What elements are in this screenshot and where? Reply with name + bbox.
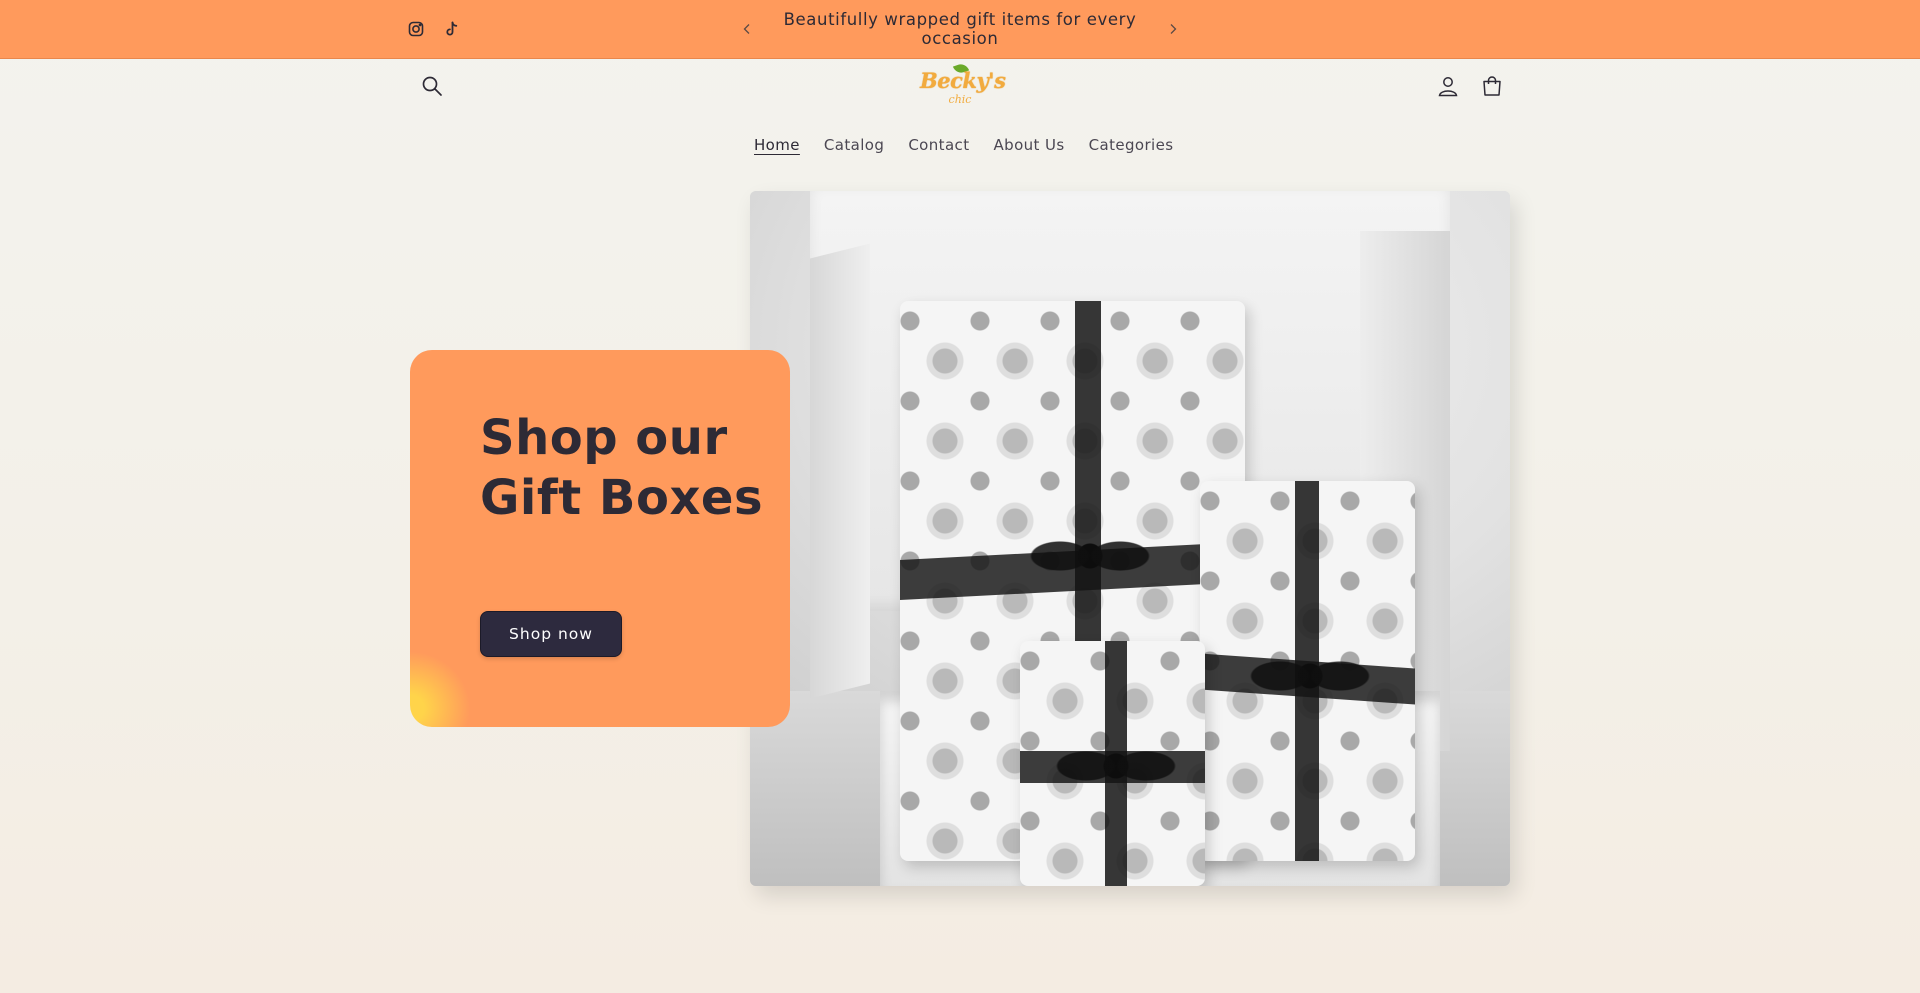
bow bbox=[1030, 511, 1150, 601]
logo[interactable]: Becky's chic bbox=[920, 61, 1006, 110]
nav-item-categories[interactable]: Categories bbox=[1077, 134, 1186, 156]
hero-title: Shop our Gift Boxes bbox=[480, 410, 764, 526]
cart-icon[interactable] bbox=[1476, 70, 1508, 102]
logo-subtext: chic bbox=[948, 93, 972, 106]
hero-image bbox=[750, 191, 1510, 886]
bow bbox=[1056, 721, 1176, 811]
bow bbox=[1250, 631, 1370, 721]
box-side-left bbox=[810, 243, 870, 699]
hero-card: Shop our Gift Boxes Shop now bbox=[410, 350, 790, 727]
logo-text: Becky's bbox=[920, 68, 1006, 93]
shop-now-button[interactable]: Shop now bbox=[480, 611, 622, 657]
chevron-right-icon[interactable] bbox=[1162, 18, 1184, 40]
announcement-text: Beautifully wrapped gift items for every… bbox=[783, 10, 1137, 48]
instagram-icon[interactable] bbox=[405, 18, 427, 40]
search-icon[interactable] bbox=[416, 70, 448, 102]
account-icon[interactable] bbox=[1432, 70, 1464, 102]
tiktok-icon[interactable] bbox=[441, 18, 463, 40]
nav-item-home[interactable]: Home bbox=[742, 134, 812, 156]
chevron-left-icon[interactable] bbox=[736, 18, 758, 40]
nav-item-about-us[interactable]: About Us bbox=[981, 134, 1076, 156]
announcement-bar: Beautifully wrapped gift items for every… bbox=[0, 0, 1920, 59]
nav-item-catalog[interactable]: Catalog bbox=[812, 134, 896, 156]
nav-item-contact[interactable]: Contact bbox=[896, 134, 981, 156]
main-nav: Home Catalog Contact About Us Categories bbox=[742, 134, 1185, 156]
